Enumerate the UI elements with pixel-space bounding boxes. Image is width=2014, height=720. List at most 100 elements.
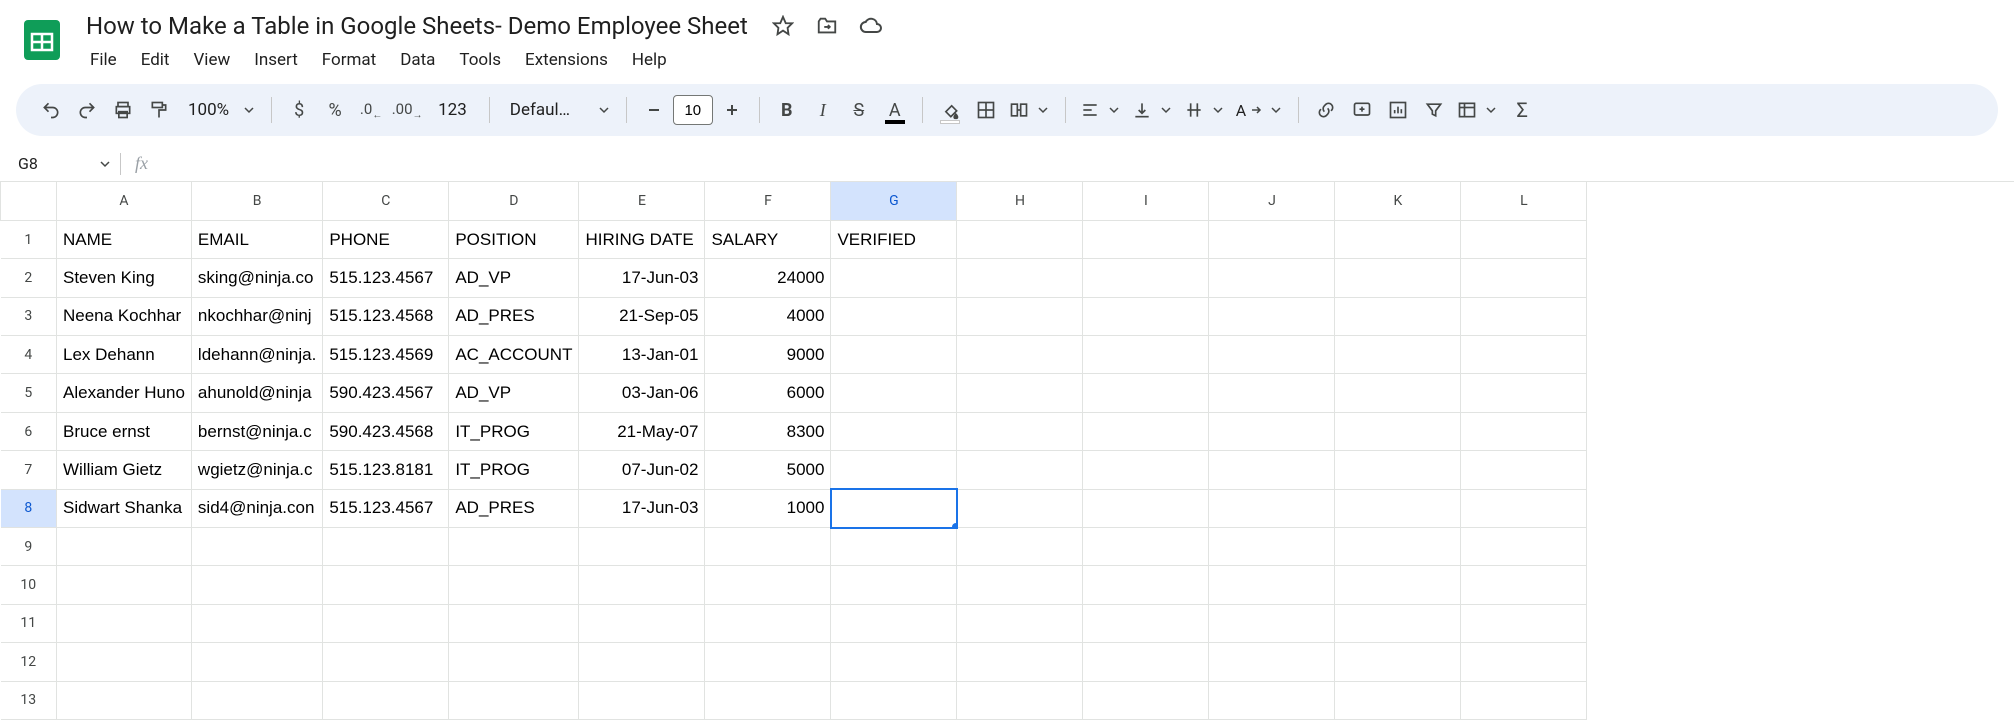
col-header-K[interactable]: K [1335,182,1461,220]
cell-K5[interactable] [1335,374,1461,412]
cell-K3[interactable] [1335,297,1461,335]
cell-K13[interactable] [1335,681,1461,719]
cell-C10[interactable] [323,566,449,604]
cell-B8[interactable]: sid4@ninja.con [191,489,322,527]
cell-F13[interactable] [705,681,831,719]
cell-D8[interactable]: AD_PRES [449,489,579,527]
cell-K6[interactable] [1335,412,1461,450]
row-header-6[interactable]: 6 [1,412,57,450]
cell-H1[interactable] [957,220,1083,258]
cell-L5[interactable] [1461,374,1587,412]
select-all-corner[interactable] [1,182,57,220]
cell-D1[interactable]: POSITION [449,220,579,258]
cell-D12[interactable] [449,643,579,681]
cell-E6[interactable]: 21-May-07 [579,412,705,450]
sheets-logo[interactable] [16,14,68,66]
bold-button[interactable]: B [770,93,804,127]
row-header-11[interactable]: 11 [1,604,57,642]
cell-L3[interactable] [1461,297,1587,335]
cell-A4[interactable]: Lex Dehann [57,336,192,374]
cloud-status-icon[interactable] [858,13,884,39]
cell-B2[interactable]: sking@ninja.co [191,259,322,297]
undo-button[interactable] [34,93,68,127]
cell-J4[interactable] [1209,336,1335,374]
cell-D9[interactable] [449,528,579,566]
redo-button[interactable] [70,93,104,127]
insert-link-button[interactable] [1309,93,1343,127]
cell-I10[interactable] [1083,566,1209,604]
menu-insert[interactable]: Insert [244,46,308,74]
cell-F7[interactable]: 5000 [705,451,831,489]
cell-K4[interactable] [1335,336,1461,374]
cell-G13[interactable] [831,681,957,719]
cell-F8[interactable]: 1000 [705,489,831,527]
cell-H10[interactable] [957,566,1083,604]
cell-C13[interactable] [323,681,449,719]
col-header-C[interactable]: C [323,182,449,220]
cell-G1[interactable]: VERIFIED [831,220,957,258]
cell-G5[interactable] [831,374,957,412]
cell-D10[interactable] [449,566,579,604]
cell-B5[interactable]: ahunold@ninja [191,374,322,412]
cell-H9[interactable] [957,528,1083,566]
cell-E12[interactable] [579,643,705,681]
cell-J3[interactable] [1209,297,1335,335]
cell-G12[interactable] [831,643,957,681]
cell-K8[interactable] [1335,489,1461,527]
cell-H3[interactable] [957,297,1083,335]
cell-B11[interactable] [191,604,322,642]
cell-C2[interactable]: 515.123.4567 [323,259,449,297]
percent-button[interactable]: % [318,93,352,127]
cell-J9[interactable] [1209,528,1335,566]
cell-C1[interactable]: PHONE [323,220,449,258]
fill-color-button[interactable] [933,93,967,127]
menu-data[interactable]: Data [390,46,445,74]
menu-edit[interactable]: Edit [131,46,180,74]
cell-E4[interactable]: 13-Jan-01 [579,336,705,374]
row-header-7[interactable]: 7 [1,451,57,489]
cell-H12[interactable] [957,643,1083,681]
font-size-input[interactable] [673,95,713,125]
cell-F4[interactable]: 9000 [705,336,831,374]
cell-J1[interactable] [1209,220,1335,258]
increase-decimal-button[interactable]: .00→ [390,93,424,127]
cell-H7[interactable] [957,451,1083,489]
cell-L1[interactable] [1461,220,1587,258]
font-size-increase-button[interactable] [715,93,749,127]
cell-A7[interactable]: William Gietz [57,451,192,489]
col-header-B[interactable]: B [191,182,322,220]
cell-I9[interactable] [1083,528,1209,566]
col-header-H[interactable]: H [957,182,1083,220]
cell-H6[interactable] [957,412,1083,450]
cell-E11[interactable] [579,604,705,642]
cell-L13[interactable] [1461,681,1587,719]
row-header-3[interactable]: 3 [1,297,57,335]
cell-I12[interactable] [1083,643,1209,681]
menu-help[interactable]: Help [622,46,677,74]
cell-C3[interactable]: 515.123.4568 [323,297,449,335]
cell-H5[interactable] [957,374,1083,412]
col-header-J[interactable]: J [1209,182,1335,220]
row-header-2[interactable]: 2 [1,259,57,297]
cell-H4[interactable] [957,336,1083,374]
cell-B4[interactable]: ldehann@ninja. [191,336,322,374]
borders-button[interactable] [969,93,1003,127]
cell-J7[interactable] [1209,451,1335,489]
name-box[interactable]: G8 [0,154,120,173]
cell-B9[interactable] [191,528,322,566]
cell-K12[interactable] [1335,643,1461,681]
cell-G11[interactable] [831,604,957,642]
col-header-D[interactable]: D [449,182,579,220]
cell-C9[interactable] [323,528,449,566]
cell-B12[interactable] [191,643,322,681]
row-header-12[interactable]: 12 [1,643,57,681]
cell-F3[interactable]: 4000 [705,297,831,335]
strikethrough-button[interactable]: S [842,93,876,127]
row-header-8[interactable]: 8 [1,489,57,527]
cell-A6[interactable]: Bruce ernst [57,412,192,450]
cell-A10[interactable] [57,566,192,604]
cell-A5[interactable]: Alexander Huno [57,374,192,412]
row-header-4[interactable]: 4 [1,336,57,374]
cell-H13[interactable] [957,681,1083,719]
cell-G9[interactable] [831,528,957,566]
